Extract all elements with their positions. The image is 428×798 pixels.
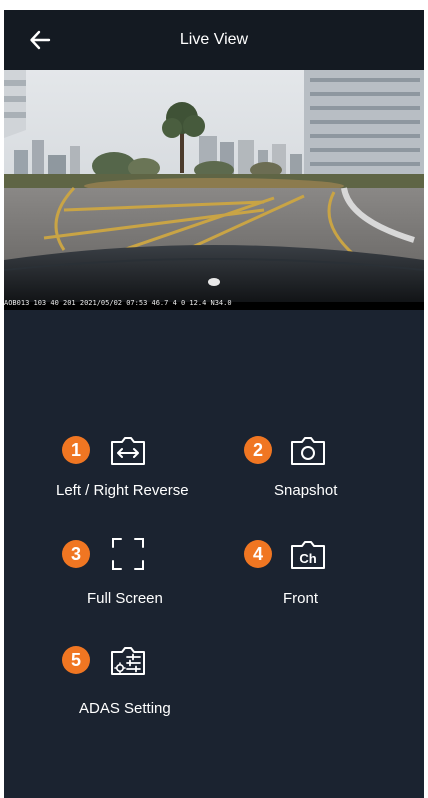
control-label: Full Screen	[87, 590, 163, 607]
badge-2: 2	[244, 436, 272, 464]
page-title: Live View	[179, 31, 249, 48]
control-label: Front	[283, 590, 319, 607]
live-view-screen: Live View AOB013 103 40 201 2021/05/02 0…	[4, 10, 424, 798]
mirror-swap-icon	[111, 437, 145, 465]
badge-4: 4	[244, 540, 272, 568]
arrow-left-icon	[30, 30, 51, 50]
control-label: Snapshot	[274, 482, 338, 499]
snapshot-button[interactable]: 2 Snapshot	[214, 420, 414, 510]
badge-5: 5	[62, 646, 90, 674]
video-overlay-text: AOB013 103 40 201 2021/05/02 07:53 46.7 …	[4, 299, 232, 307]
adas-settings-icon	[111, 647, 145, 675]
channel-icon: Ch	[291, 541, 325, 569]
camera-icon	[291, 437, 325, 465]
left-right-reverse-button[interactable]: 1 Left / Right Reverse	[4, 420, 204, 510]
back-button[interactable]	[24, 24, 56, 56]
full-screen-button[interactable]: 3 Full Screen	[4, 528, 204, 618]
badge-1: 1	[62, 436, 90, 464]
live-camera-feed[interactable]: AOB013 103 40 201 2021/05/02 07:53 46.7 …	[4, 70, 424, 310]
top-bar: Live View	[4, 10, 424, 70]
control-label: Left / Right Reverse	[56, 482, 189, 499]
adas-setting-button[interactable]: 5 ADAS Setting	[4, 634, 204, 724]
control-label: ADAS Setting	[79, 700, 171, 717]
front-channel-button[interactable]: 4 Ch Front	[214, 528, 414, 618]
channel-icon-text: Ch	[299, 551, 316, 566]
camera-frame-image	[4, 70, 424, 310]
fullscreen-icon	[112, 538, 144, 570]
badge-3: 3	[62, 540, 90, 568]
